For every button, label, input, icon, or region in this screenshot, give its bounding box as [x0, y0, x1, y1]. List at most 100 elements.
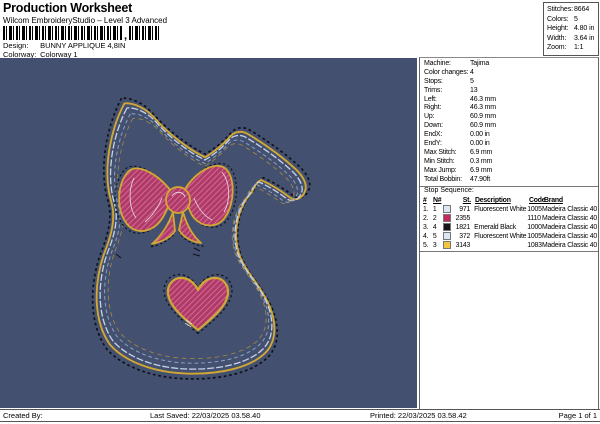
info-row: Up: 60.9 mm — [424, 113, 596, 122]
info-value: 13 — [470, 86, 478, 94]
col-stitches: St. — [462, 197, 471, 204]
info-label: EndY: — [424, 140, 442, 148]
machine-info-list: Machine: Tajima Color changes: 4 Stops: 5 T… — [424, 60, 596, 184]
thread-swatch-cell — [442, 205, 454, 214]
info-row: Stops: 5 — [424, 78, 596, 87]
stat-value: 4.80 in — [574, 25, 595, 33]
thread-swatch-cell — [442, 232, 454, 241]
stop-table-header: # N# St. Description Code Brand — [423, 196, 597, 205]
stop-description: Fluorescent White — [474, 233, 527, 240]
stop-brand: Madeira Classic 40 — [542, 215, 597, 222]
barcode: , — [3, 26, 162, 42]
info-label: Color changes: — [424, 68, 469, 76]
stop-brand: Madeira Classic 40 — [542, 242, 597, 249]
info-row: Total Bobbin: 47.90ft — [424, 176, 596, 185]
stop-needle: 5 — [432, 233, 437, 240]
info-label: Min Stitch: — [424, 157, 455, 165]
thread-color-swatch — [442, 205, 451, 213]
stat-row: Stitches:8664 — [547, 5, 598, 15]
stop-brand: Madeira Classic 40 — [542, 233, 597, 240]
page-number: Page 1 of 1 — [558, 411, 597, 420]
stop-needle: 4 — [432, 224, 437, 231]
stat-label: Zoom: — [547, 44, 567, 52]
stop-stitches: 971 — [459, 206, 471, 213]
info-label: Max Jump: — [424, 166, 457, 174]
page-title: Production Worksheet — [3, 1, 133, 15]
stop-needle: 1 — [432, 206, 437, 213]
stop-code: 1110 — [527, 215, 541, 222]
stop-stitches: 3143 — [455, 242, 471, 249]
stat-label: Stitches: — [547, 6, 573, 13]
col-swatch — [443, 196, 454, 205]
stop-sequence-table: # N# St. Description Code Brand 1. 1 971… — [423, 196, 597, 250]
barcode-separator: , — [124, 30, 128, 42]
stop-code: 1005 — [527, 233, 542, 240]
stat-row: Width: 3.64 in — [547, 34, 598, 44]
stop-row: 5. 3 3143 1083 Madeira Classic 40 — [423, 241, 597, 250]
tack-stitches — [115, 247, 201, 259]
info-value: 0.00 in — [470, 131, 490, 139]
stop-description: Fluorescent White — [474, 206, 527, 213]
stat-label: Height: — [547, 25, 569, 33]
divider — [420, 251, 598, 252]
info-label: EndX: — [424, 131, 443, 139]
stop-stitches: 1821 — [455, 224, 471, 231]
info-value: 46.3 mm — [470, 95, 496, 103]
design-canvas — [0, 58, 417, 408]
col-brand: Brand — [544, 197, 563, 204]
stop-needle: 2 — [432, 215, 437, 222]
design-row: Design: BUNNY APPLIQUE 4,8IN — [3, 41, 125, 50]
stop-seq: 3. — [423, 224, 429, 231]
thread-swatch-cell — [442, 223, 454, 232]
info-value: 60.9 mm — [470, 113, 496, 121]
stat-value: 1:1 — [574, 44, 584, 52]
created-by-label: Created By: — [3, 411, 43, 420]
barcode-segment-1-icon — [3, 26, 123, 40]
stop-seq: 2. — [423, 215, 429, 222]
app-subtitle: Wilcom EmbroideryStudio – Level 3 Advanc… — [3, 16, 168, 25]
stop-description — [474, 241, 527, 250]
info-row: EndX: 0.00 in — [424, 131, 596, 140]
stop-code: 1000 — [527, 224, 542, 231]
stop-brand: Madeira Classic 40 — [542, 206, 597, 213]
design-stats-box: Stitches:8664 Colors: 5 Height: 4.80 in Wi… — [543, 2, 599, 56]
bow-graphic — [114, 162, 238, 248]
col-code: Code — [529, 197, 546, 204]
info-label: Max Stitch: — [424, 148, 457, 156]
production-worksheet-page: Production Worksheet Wilcom EmbroiderySt… — [0, 0, 600, 424]
design-name: BUNNY APPLIQUE 4,8IN — [40, 41, 126, 50]
stop-seq: 5. — [423, 242, 429, 249]
thread-color-swatch — [442, 232, 451, 240]
info-row: Left: 46.3 mm — [424, 96, 596, 105]
thread-swatch-cell — [442, 241, 454, 250]
stop-seq: 1. — [423, 206, 429, 213]
stop-needle: 3 — [432, 242, 437, 249]
thread-color-swatch — [442, 214, 451, 222]
stat-label: Width: — [547, 34, 567, 42]
info-value: Tajima — [470, 60, 490, 67]
stop-row: 2. 2 2355 1110 Madeira Classic 40 — [423, 214, 597, 223]
info-row: Machine: Tajima — [424, 60, 596, 69]
stat-row: Zoom: 1:1 — [547, 43, 598, 53]
thread-color-swatch — [442, 223, 451, 231]
info-row: Down: 60.9 mm — [424, 122, 596, 131]
info-row: Max Stitch: 6.9 mm — [424, 149, 596, 158]
info-row: Min Stitch: 0.3 mm — [424, 158, 596, 167]
info-row: Trims: 13 — [424, 87, 596, 96]
col-needle: N# — [433, 197, 442, 204]
stat-value: 8664 — [574, 6, 590, 13]
info-label: Total Bobbin: — [424, 175, 462, 183]
stat-value: 3.64 in — [574, 34, 595, 42]
info-value: 4 — [470, 68, 474, 76]
machine-info-panel: Machine: Tajima Color changes: 4 Stops: 5 T… — [419, 57, 599, 409]
info-label: Up: — [424, 113, 435, 121]
info-row: EndY: 0.00 in — [424, 140, 596, 149]
stop-row: 4. 5 372 Fluorescent White 1005 Madeira … — [423, 232, 597, 241]
stat-value: 5 — [574, 15, 578, 23]
stop-description: Emerald Black — [474, 224, 516, 231]
last-saved-label: Last Saved: 22/03/2025 03.58.40 — [150, 411, 261, 420]
printed-label: Printed: 22/03/2025 03.58.42 — [370, 411, 467, 420]
stop-description — [474, 214, 527, 223]
stop-code: 1083 — [527, 242, 542, 249]
stop-seq: 4. — [423, 233, 429, 240]
